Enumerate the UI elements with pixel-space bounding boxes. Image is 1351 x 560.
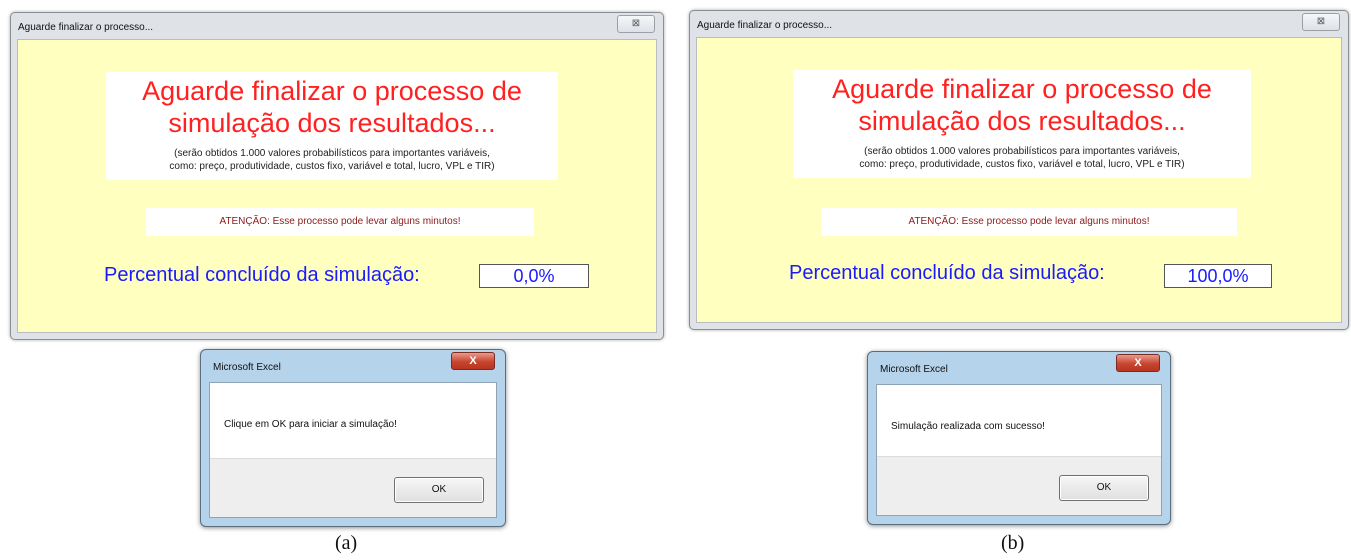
progress-userform-window: Aguarde finalizar o processo... ⊠ Aguard… bbox=[689, 10, 1349, 330]
window-title: Aguarde finalizar o processo... bbox=[697, 20, 833, 31]
sub-message-line-1: (serão obtidos 1.000 valores probabilíst… bbox=[864, 146, 1180, 157]
main-message-line-2: simulação dos resultados... bbox=[858, 106, 1186, 136]
main-message-box: Aguarde finalizar o processo de simulaçã… bbox=[106, 72, 558, 180]
panel-a: Aguarde finalizar o processo... ⊠ Aguard… bbox=[0, 0, 672, 560]
dialog-footer: OK bbox=[877, 456, 1161, 515]
dialog-close-button[interactable]: X bbox=[451, 352, 495, 370]
sub-message-line-2: como: preço, produtividade, custos fixo,… bbox=[169, 161, 495, 172]
main-message: Aguarde finalizar o processo de simulaçã… bbox=[793, 73, 1251, 137]
userform-body: Aguarde finalizar o processo de simulaçã… bbox=[17, 39, 657, 333]
progress-userform-window: Aguarde finalizar o processo... ⊠ Aguard… bbox=[10, 12, 664, 340]
progress-value-field: 100,0% bbox=[1164, 264, 1272, 288]
main-message: Aguarde finalizar o processo de simulaçã… bbox=[106, 75, 558, 139]
ok-button[interactable]: OK bbox=[394, 477, 484, 503]
sub-message-line-1: (serão obtidos 1.000 valores probabilíst… bbox=[174, 148, 490, 159]
dialog-message: Simulação realizada com sucesso! bbox=[891, 421, 1045, 432]
excel-msgbox-dialog: Microsoft Excel X Simulação realizada co… bbox=[867, 351, 1171, 525]
dialog-title: Microsoft Excel bbox=[213, 362, 281, 373]
sub-message: (serão obtidos 1.000 valores probabilíst… bbox=[793, 145, 1251, 171]
sub-message: (serão obtidos 1.000 valores probabilíst… bbox=[106, 147, 558, 173]
dialog-body: Simulação realizada com sucesso! OK bbox=[876, 384, 1162, 516]
excel-msgbox-dialog: Microsoft Excel X Clique em OK para inic… bbox=[200, 349, 506, 527]
panel-b: Aguarde finalizar o processo... ⊠ Aguard… bbox=[679, 0, 1351, 560]
dialog-footer: OK bbox=[210, 458, 496, 517]
warning-label: ATENÇÃO: Esse processo pode levar alguns… bbox=[821, 208, 1237, 236]
ok-button[interactable]: OK bbox=[1059, 475, 1149, 501]
dialog-close-button[interactable]: X bbox=[1116, 354, 1160, 372]
main-message-box: Aguarde finalizar o processo de simulaçã… bbox=[793, 70, 1251, 178]
window-close-button[interactable]: ⊠ bbox=[617, 15, 655, 33]
dialog-message: Clique em OK para iniciar a simulação! bbox=[224, 419, 397, 430]
window-close-button[interactable]: ⊠ bbox=[1302, 13, 1340, 31]
progress-label: Percentual concluído da simulação: bbox=[789, 262, 1105, 284]
dialog-title: Microsoft Excel bbox=[880, 364, 948, 375]
main-message-line-1: Aguarde finalizar o processo de bbox=[832, 74, 1212, 104]
userform-body: Aguarde finalizar o processo de simulaçã… bbox=[696, 37, 1342, 323]
dialog-body: Clique em OK para iniciar a simulação! O… bbox=[209, 382, 497, 518]
main-message-line-1: Aguarde finalizar o processo de bbox=[142, 76, 522, 106]
figure-caption: (b) bbox=[1001, 532, 1025, 554]
progress-value-field: 0,0% bbox=[479, 264, 589, 288]
warning-label: ATENÇÃO: Esse processo pode levar alguns… bbox=[146, 208, 534, 236]
window-title: Aguarde finalizar o processo... bbox=[18, 22, 154, 33]
figure-caption: (a) bbox=[335, 532, 358, 554]
main-message-line-2: simulação dos resultados... bbox=[168, 108, 496, 138]
sub-message-line-2: como: preço, produtividade, custos fixo,… bbox=[859, 159, 1185, 170]
progress-label: Percentual concluído da simulação: bbox=[104, 264, 420, 286]
